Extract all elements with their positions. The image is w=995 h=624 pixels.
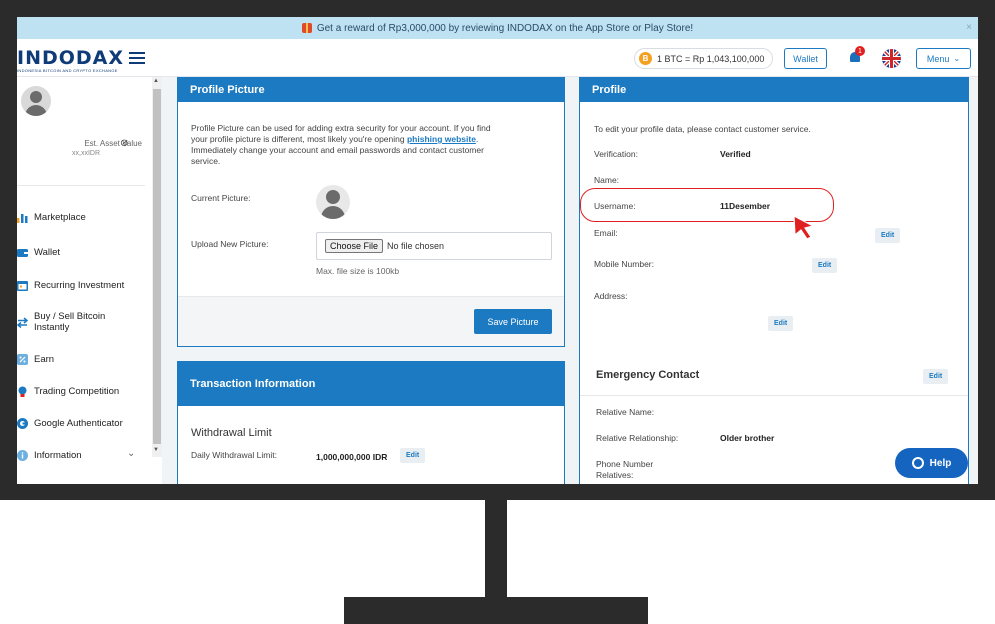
- sidebar-item-information[interactable]: Information ⌄: [17, 448, 147, 461]
- monitor-frame: Get a reward of Rp3,000,000 by reviewing…: [0, 0, 995, 500]
- help-button[interactable]: Help: [895, 448, 968, 478]
- bell-icon[interactable]: 1: [849, 46, 865, 64]
- asset-label: Est. Asset Value: [84, 139, 142, 148]
- browser-screen: Get a reward of Rp3,000,000 by reviewing…: [17, 17, 978, 484]
- address-label: Address:: [594, 291, 628, 301]
- sidebar-item-label: Google Authenticator: [34, 418, 123, 429]
- promo-banner[interactable]: Get a reward of Rp3,000,000 by reviewing…: [17, 17, 978, 39]
- top-bar: INDODAX INDONESIA BITCOIN AND CRYPTO EXC…: [17, 39, 978, 77]
- menu-label: Menu: [926, 53, 950, 64]
- current-picture-avatar: [316, 185, 350, 219]
- mobile-number-label: Mobile Number:: [594, 259, 654, 269]
- cursor-arrow-icon: [792, 214, 816, 245]
- daily-withdrawal-label: Daily Withdrawal Limit:: [191, 450, 277, 460]
- email-label: Email:: [594, 228, 618, 238]
- edit-withdrawal-button[interactable]: Edit: [400, 448, 426, 463]
- profile-picture-card: Profile Picture Profile Picture can be u…: [177, 77, 565, 347]
- save-picture-button[interactable]: Save Picture: [474, 309, 552, 334]
- username-value: 11Desember: [720, 201, 771, 211]
- card-title: Transaction Information: [178, 362, 564, 406]
- edit-email-button[interactable]: Edit: [875, 228, 901, 243]
- phishing-link[interactable]: phishing website: [407, 134, 476, 144]
- sidebar-scrollbar[interactable]: ▲ ▼: [152, 77, 162, 457]
- sidebar-item-label: Buy / Sell Bitcoin Instantly: [34, 311, 106, 333]
- profile-picture-description: Profile Picture can be used for adding e…: [191, 123, 491, 166]
- monitor-stand-base: [344, 597, 648, 624]
- percent-icon: [17, 354, 28, 365]
- monitor-stand-neck: [485, 500, 507, 598]
- avatar: [21, 86, 51, 116]
- sidebar-item-label: Recurring Investment: [34, 280, 125, 291]
- current-picture-label: Current Picture:: [191, 193, 251, 203]
- help-label: Help: [929, 457, 952, 469]
- chart-icon: [17, 212, 28, 223]
- notification-badge: 1: [855, 46, 865, 56]
- divider: [17, 185, 145, 186]
- edit-mobile-button[interactable]: Edit: [812, 258, 838, 273]
- chevron-down-icon[interactable]: ⌄: [127, 448, 135, 459]
- daily-withdrawal-value: 1,000,000,000 IDR: [316, 452, 388, 462]
- sidebar-item-trading-competition[interactable]: Trading Competition: [17, 386, 147, 397]
- sidebar-item-earn[interactable]: Earn: [17, 354, 147, 365]
- sidebar-item-label: Marketplace: [34, 212, 86, 223]
- profile-card: Profile To edit your profile data, pleas…: [579, 77, 969, 354]
- file-input[interactable]: Choose File No file chosen: [316, 232, 552, 260]
- sidebar-item-label: Earn: [34, 354, 55, 365]
- max-file-size: Max. file size is 100kb: [316, 266, 400, 276]
- logo[interactable]: INDODAX: [17, 47, 124, 69]
- profile-intro: To edit your profile data, please contac…: [594, 124, 811, 134]
- menu-button[interactable]: Menu ⌄: [916, 48, 971, 69]
- username-label: Username:: [594, 201, 636, 211]
- verification-value: Verified: [720, 149, 751, 159]
- chat-icon: [911, 457, 924, 469]
- google-icon: [17, 418, 28, 429]
- bitcoin-icon: B: [639, 52, 652, 65]
- choose-file-button[interactable]: Choose File: [325, 239, 384, 253]
- sidebar-item-wallet[interactable]: Wallet: [17, 247, 147, 258]
- sidebar-item-label: Wallet: [34, 247, 61, 258]
- chevron-down-icon: ⌄: [953, 54, 961, 63]
- relative-name-label: Relative Name:: [596, 407, 655, 417]
- name-label: Name:: [594, 175, 620, 185]
- sidebar-item-label: Information: [34, 450, 82, 461]
- transaction-info-card: Transaction Information Withdrawal Limit…: [177, 361, 565, 484]
- card-title: Profile Picture: [178, 78, 564, 102]
- asset-value: xx,xxIDR: [72, 150, 100, 157]
- calendar-icon: [17, 280, 28, 291]
- card-title: Profile: [580, 78, 968, 102]
- edit-address-button[interactable]: Edit: [768, 316, 794, 331]
- banner-text: Get a reward of Rp3,000,000 by reviewing…: [316, 22, 694, 34]
- phone-relatives-label: Phone Number Relatives:: [596, 459, 654, 480]
- sidebar-item-buy-sell[interactable]: Buy / Sell Bitcoin Instantly: [17, 311, 147, 333]
- upload-picture-label: Upload New Picture:: [191, 239, 269, 249]
- relative-relationship-value: Older brother: [720, 433, 775, 443]
- btc-price: 1 BTC = Rp 1,043,100,000: [657, 53, 765, 64]
- info-icon: [17, 450, 28, 461]
- sidebar-item-label: Trading Competition: [34, 386, 120, 397]
- withdrawal-limit-title: Withdrawal Limit: [191, 427, 272, 439]
- exchange-icon: [17, 316, 29, 328]
- verification-label: Verification:: [594, 149, 638, 159]
- gift-icon: [301, 23, 312, 33]
- uk-flag-icon[interactable]: [882, 49, 901, 68]
- close-icon[interactable]: ×: [966, 22, 972, 33]
- sidebar: Est. Asset Value ⊘ xx,xxIDR Marketplace …: [17, 77, 162, 484]
- sidebar-item-google-authenticator[interactable]: Google Authenticator: [17, 418, 147, 429]
- relative-relationship-label: Relative Relationship:: [596, 433, 679, 443]
- wallet-icon: [17, 247, 28, 258]
- hamburger-icon[interactable]: [129, 52, 145, 64]
- btc-price-pill: B 1 BTC = Rp 1,043,100,000: [634, 48, 774, 69]
- logo-subtitle: INDONESIA BITCOIN AND CRYPTO EXCHANGE: [17, 68, 118, 73]
- emergency-title: Emergency Contact: [596, 369, 700, 381]
- no-file-text: No file chosen: [387, 241, 445, 251]
- wallet-button[interactable]: Wallet: [784, 48, 827, 69]
- edit-emergency-button[interactable]: Edit: [923, 369, 949, 384]
- divider: [580, 395, 968, 396]
- sidebar-item-recurring-investment[interactable]: Recurring Investment: [17, 280, 147, 291]
- eye-off-icon[interactable]: ⊘: [120, 138, 128, 149]
- sidebar-item-marketplace[interactable]: Marketplace: [17, 212, 147, 223]
- medal-icon: [17, 386, 28, 397]
